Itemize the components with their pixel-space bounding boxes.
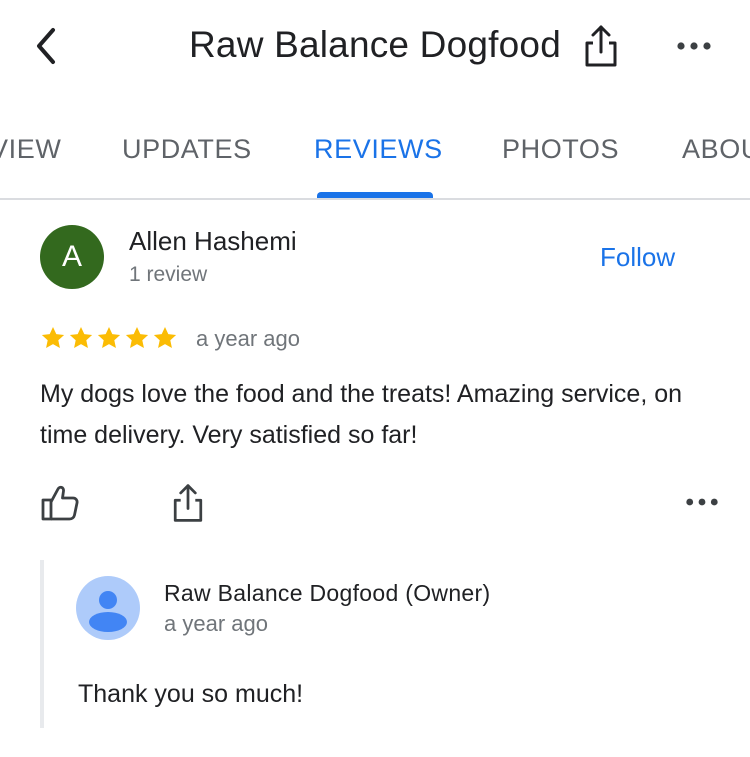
tab-photos[interactable]: PHOTOS: [502, 134, 619, 165]
review-text: My dogs love the food and the treats! Am…: [40, 380, 683, 449]
page-title: Raw Balance Dogfood: [189, 24, 561, 65]
more-horiz-icon: [677, 42, 711, 50]
more-options-button[interactable]: [670, 28, 718, 64]
share-review-button[interactable]: [170, 482, 210, 524]
tab-updates[interactable]: UPDATES: [122, 134, 252, 165]
star-icon: [153, 326, 177, 348]
share-icon: [173, 484, 203, 522]
star-icon: [125, 326, 149, 348]
review-timestamp: a year ago: [196, 326, 300, 351]
owner-name: Raw Balance Dogfood (Owner): [164, 580, 491, 606]
more-horiz-icon: [686, 498, 718, 506]
tab-bar: VIEW UPDATES REVIEWS PHOTOS ABOU: [0, 96, 750, 200]
thumbs-up-icon: [41, 485, 79, 521]
share-button[interactable]: [578, 20, 624, 72]
star-rating: [40, 325, 178, 351]
star-icon: [97, 326, 121, 348]
tab-overview[interactable]: VIEW: [0, 134, 61, 165]
review-card: A Allen Hashemi 1 review Follow a year a…: [0, 200, 750, 757]
review-more-options-button[interactable]: [680, 490, 724, 514]
reviewer-avatar[interactable]: A: [40, 225, 104, 289]
person-icon: [89, 591, 127, 632]
follow-button[interactable]: Follow: [600, 242, 675, 273]
owner-avatar: [76, 576, 140, 640]
reviewer-name[interactable]: Allen Hashemi: [129, 226, 297, 257]
tab-reviews[interactable]: REVIEWS: [314, 134, 443, 165]
reviewer-review-count: 1 review: [129, 263, 208, 286]
owner-reply-text: Thank you so much!: [78, 680, 304, 708]
share-icon: [585, 25, 617, 67]
owner-response: Raw Balance Dogfood (Owner) a year ago T…: [40, 560, 720, 728]
like-button[interactable]: [40, 483, 80, 523]
star-icon: [69, 326, 93, 348]
active-tab-indicator: [317, 192, 433, 198]
tab-about[interactable]: ABOU: [682, 134, 750, 165]
owner-reply-timestamp: a year ago: [164, 611, 268, 636]
top-app-bar: Raw Balance Dogfood: [0, 0, 750, 96]
star-icon: [41, 326, 65, 348]
